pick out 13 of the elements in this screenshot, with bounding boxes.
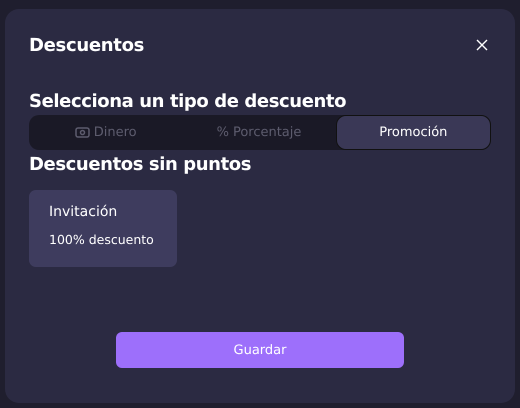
tab[interactable]: Dinero bbox=[29, 115, 182, 150]
close-icon[interactable] bbox=[475, 38, 489, 52]
card-detail: 100% descuento bbox=[49, 232, 154, 247]
save-button[interactable]: Guardar bbox=[116, 332, 404, 368]
dialog-title: Descuentos bbox=[29, 34, 144, 56]
section-heading: Descuentos sin puntos bbox=[29, 154, 252, 176]
percent-icon: % bbox=[216, 125, 229, 140]
section-heading: Selecciona un tipo de descuento bbox=[29, 91, 346, 113]
banknote-icon bbox=[74, 127, 90, 138]
tab[interactable]: Promoción bbox=[336, 115, 491, 150]
card-title: Invitación bbox=[49, 204, 118, 220]
tab[interactable]: % Porcentaje bbox=[182, 115, 336, 150]
discount-card[interactable]: Invitación 100% descuento bbox=[29, 190, 177, 267]
